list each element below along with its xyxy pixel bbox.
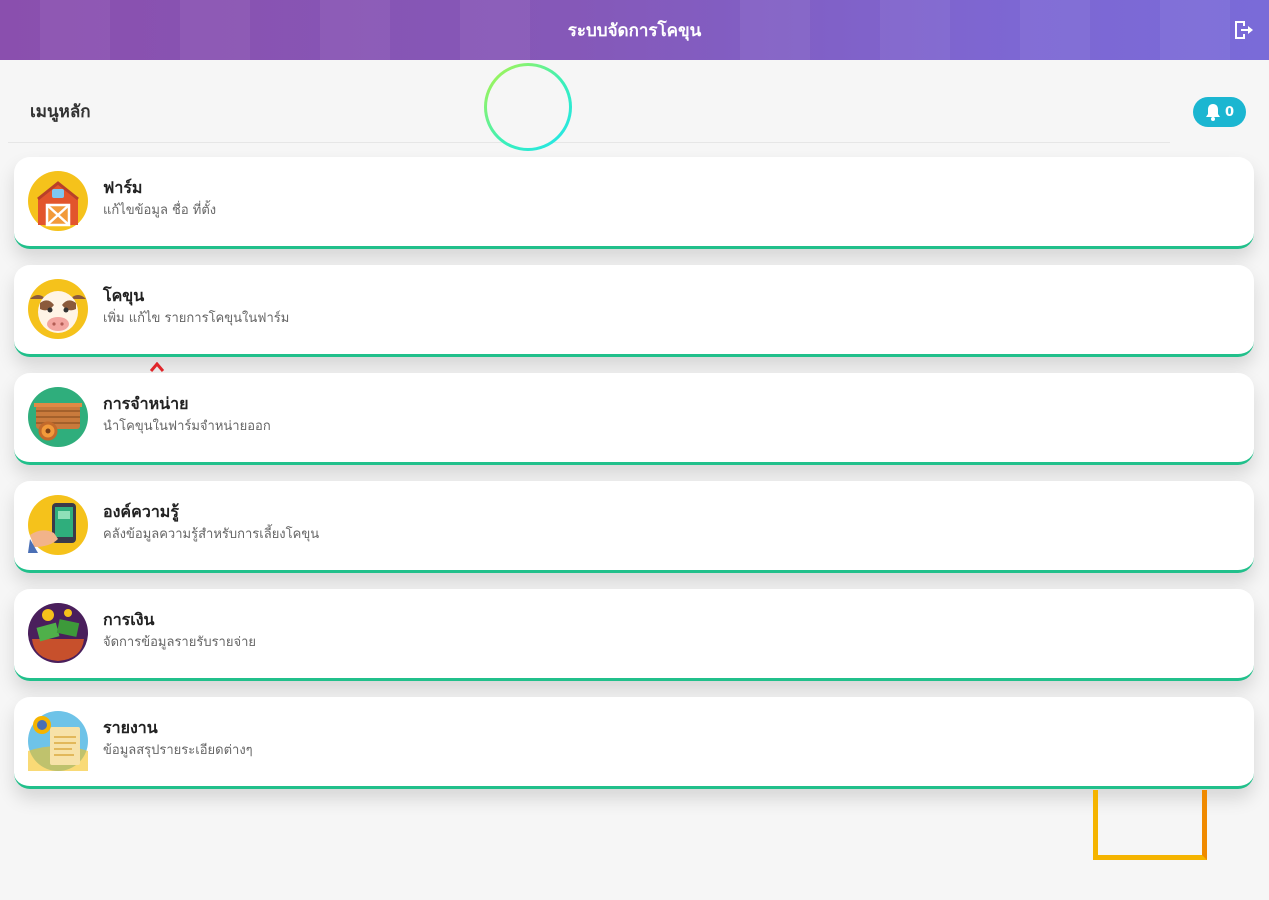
- app-title: ระบบจัดการโคขุน: [567, 20, 702, 41]
- menu-item-title: องค์ความรู้: [103, 502, 179, 521]
- menu-item-sales[interactable]: การจำหน่าย นำโคขุนในฟาร์มจำหน่ายออก: [14, 373, 1254, 465]
- menu-item-description: จัดการข้อมูลรายรับรายจ่าย: [103, 635, 257, 650]
- caret-up-icon: [150, 362, 164, 372]
- menu-item-title: รายงาน: [103, 718, 158, 737]
- page-title: เมนูหลัก: [30, 102, 91, 122]
- notification-count: 0: [1224, 104, 1235, 120]
- menu-item-finance[interactable]: การเงิน จัดการข้อมูลรายรับรายจ่าย: [14, 589, 1254, 681]
- logout-button[interactable]: [1231, 18, 1255, 42]
- menu-item-title: การจำหน่าย: [103, 394, 189, 413]
- menu-item-description: แก้ไขข้อมูล ชื่อ ที่ตั้ง: [103, 203, 217, 218]
- cart-icon: [28, 387, 88, 447]
- menu-item-title: ฟาร์ม: [103, 178, 143, 197]
- menu-item-description: คลังข้อมูลความรู้สำหรับการเลี้ยงโคขุน: [103, 527, 320, 542]
- menu-item-cattle[interactable]: โคขุน เพิ่ม แก้ไข รายการโคขุนในฟาร์ม: [14, 265, 1254, 357]
- notification-button[interactable]: 0: [1193, 97, 1246, 127]
- menu-item-title: โคขุน: [103, 286, 145, 305]
- heading-divider: [8, 142, 1170, 143]
- menu-item-title: การเงิน: [103, 610, 155, 629]
- touch-ripple-indicator: [484, 63, 572, 151]
- app-header: ระบบจัดการโคขุน: [0, 0, 1269, 60]
- menu-item-knowledge[interactable]: องค์ความรู้ คลังข้อมูลความรู้สำหรับการเล…: [14, 481, 1254, 573]
- menu-item-report[interactable]: รายงาน ข้อมูลสรุปรายระเอียดต่างๆ: [14, 697, 1254, 789]
- report-icon: [28, 711, 88, 771]
- tablet-knowledge-icon: [28, 495, 88, 555]
- menu-item-description: เพิ่ม แก้ไข รายการโคขุนในฟาร์ม: [103, 311, 290, 326]
- barn-icon: [28, 171, 88, 231]
- logout-icon: [1235, 21, 1253, 39]
- money-icon: [28, 603, 88, 663]
- menu-item-description: นำโคขุนในฟาร์มจำหน่ายออก: [103, 419, 271, 434]
- menu-item-description: ข้อมูลสรุปรายระเอียดต่างๆ: [103, 743, 253, 758]
- menu-item-farm[interactable]: ฟาร์ม แก้ไขข้อมูล ชื่อ ที่ตั้ง: [14, 157, 1254, 249]
- bell-icon: [1205, 104, 1220, 121]
- highlight-frame: [1093, 790, 1207, 860]
- cow-icon: [28, 279, 88, 339]
